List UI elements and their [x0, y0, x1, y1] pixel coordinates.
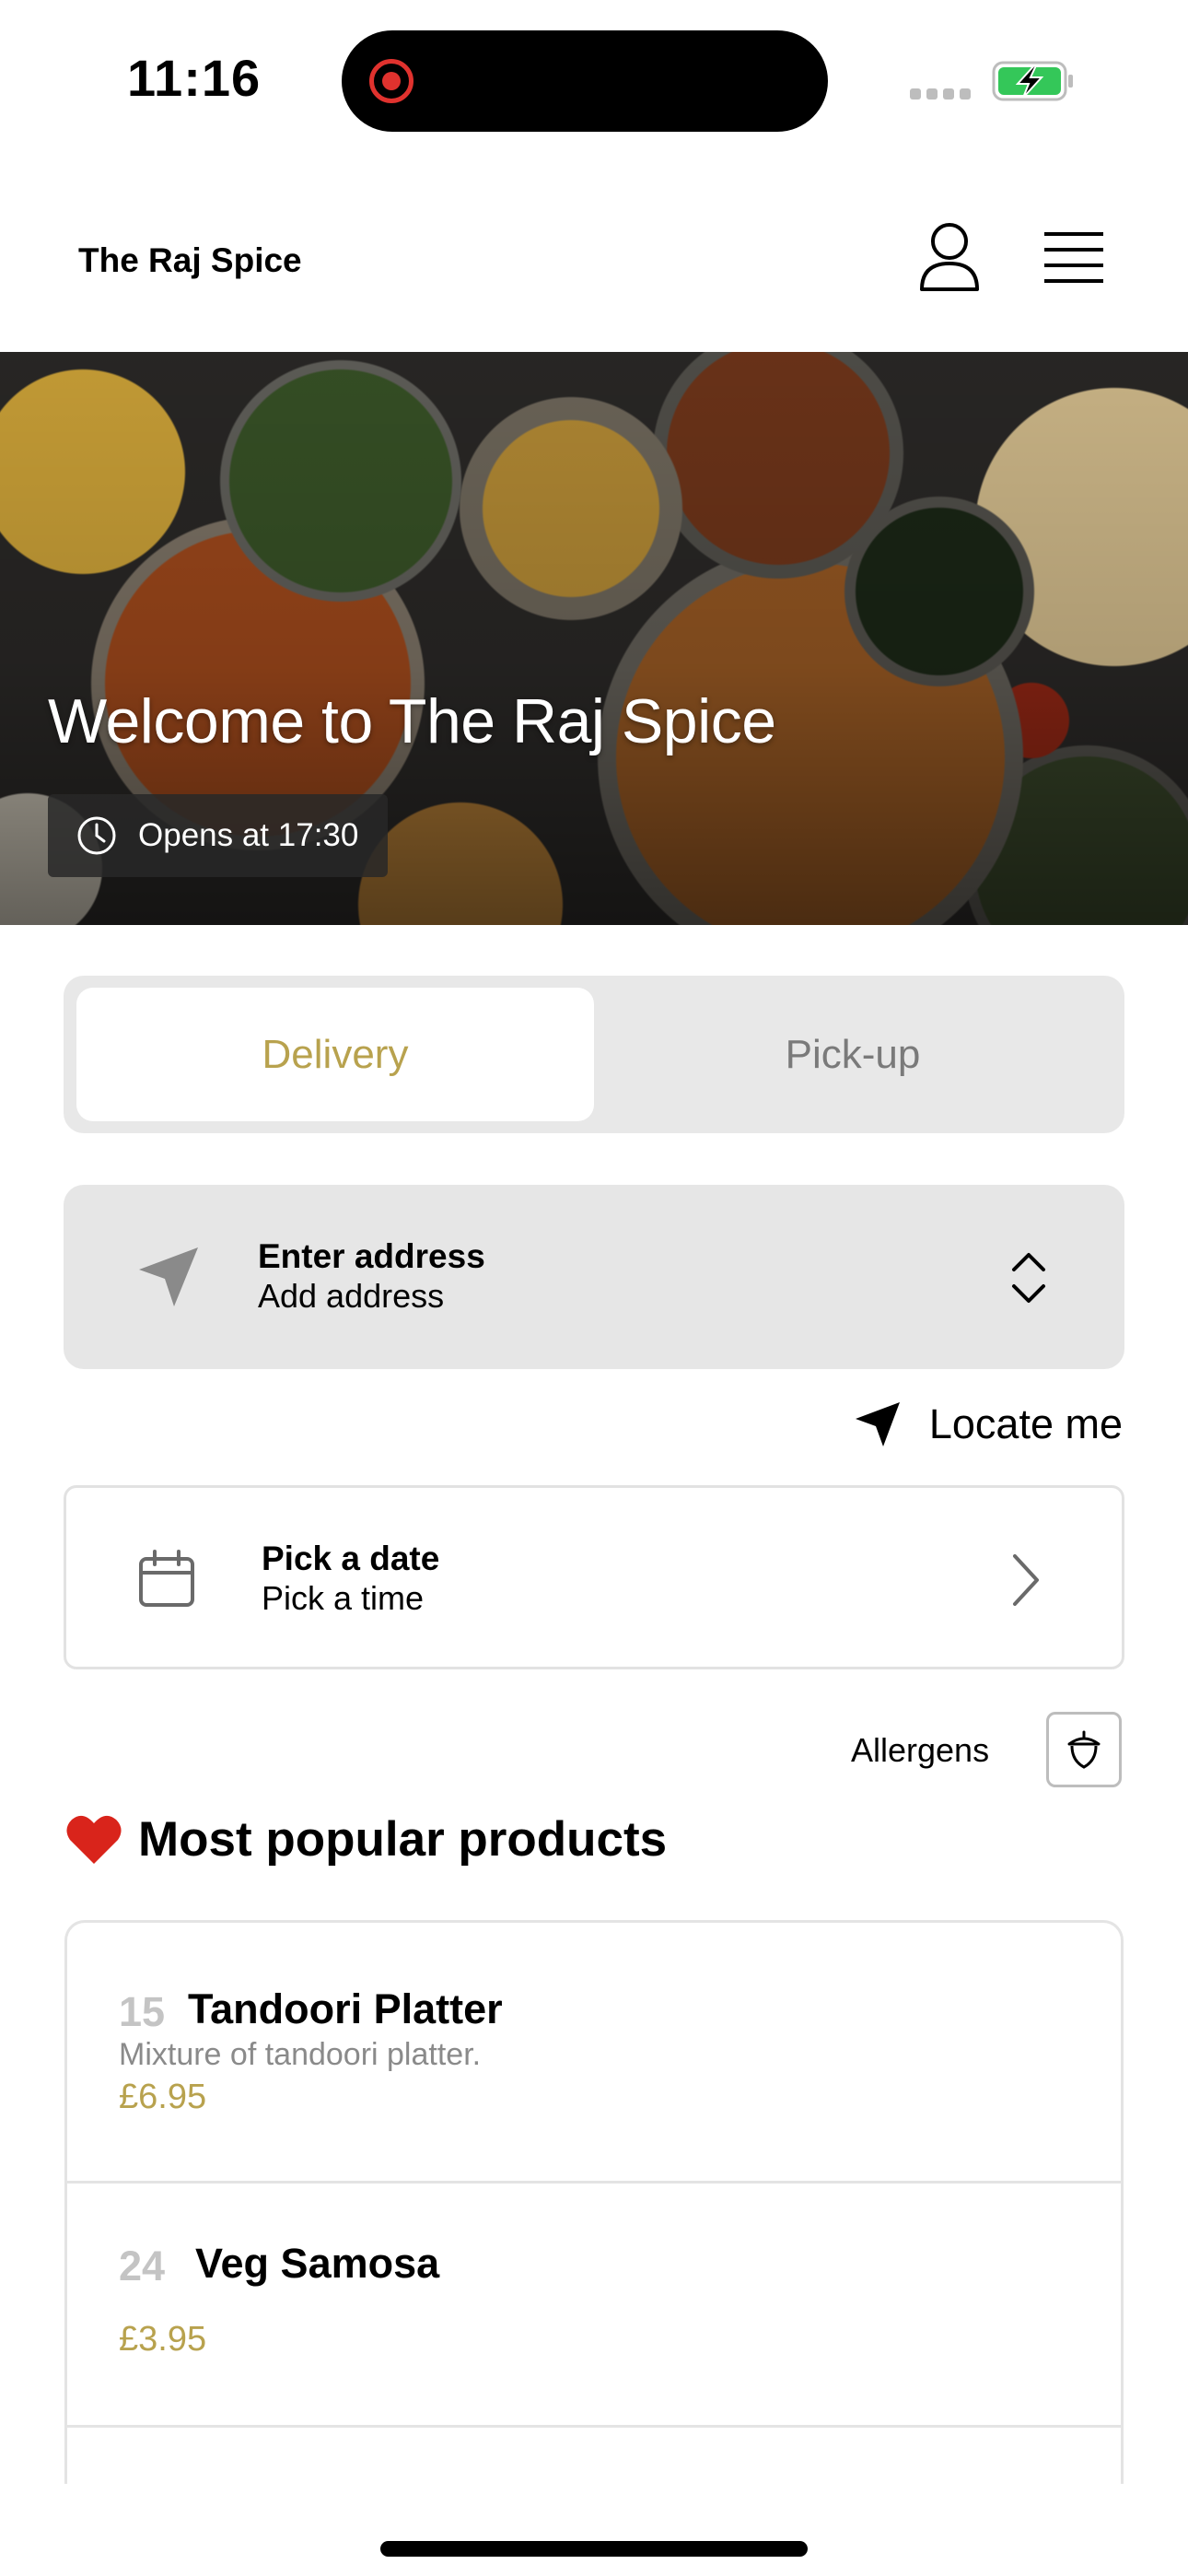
product-number: 24: [119, 2242, 166, 2289]
chevron-up-down-icon: [1012, 1253, 1045, 1303]
locate-me-label: Locate me: [928, 1400, 1123, 1447]
popular-products-list: 15 Tandoori Platter Mixture of tandoori …: [64, 1920, 1124, 2484]
product-name: Veg Samosa: [195, 2240, 440, 2287]
date-time-picker[interactable]: Pick a date Pick a time: [64, 1485, 1124, 1669]
product-name: Tandoori Platter: [188, 1985, 503, 2032]
product-description: Mixture of tandoori platter.: [119, 2037, 482, 2072]
locate-me-button[interactable]: Locate me: [854, 1400, 1123, 1448]
product-price: £3.95: [119, 2320, 207, 2359]
signal-icon: [910, 88, 971, 100]
allergens-label: Allergens: [851, 1731, 990, 1769]
acorn-icon: [1067, 1730, 1101, 1769]
date-title: Pick a date: [262, 1540, 440, 1577]
opening-time-text: Opens at 17:30: [138, 817, 359, 853]
address-subtitle: Add address: [258, 1277, 445, 1315]
popular-section-heading: Most popular products: [64, 1811, 667, 1868]
address-title: Enter address: [258, 1237, 485, 1275]
status-bar: 11:16: [0, 0, 1188, 157]
heart-icon: [66, 1815, 122, 1864]
product-price: £6.95: [119, 2078, 207, 2116]
location-arrow-icon: [855, 1402, 900, 1446]
allergens-button[interactable]: [1046, 1712, 1122, 1787]
user-icon[interactable]: [917, 221, 982, 295]
time-subtitle: Pick a time: [262, 1579, 425, 1617]
hero-title: Welcome to The Raj Spice: [48, 686, 776, 756]
calendar-icon: [139, 1550, 194, 1607]
app-header: The Raj Spice: [0, 184, 1188, 350]
status-time: 11:16: [127, 49, 262, 107]
tab-delivery[interactable]: Delivery: [76, 988, 594, 1121]
popular-heading-text: Most popular products: [138, 1812, 668, 1867]
product-item[interactable]: 24 Veg Samosa £3.95: [67, 2184, 1121, 2428]
product-item[interactable]: 15 Tandoori Platter Mixture of tandoori …: [67, 1923, 1121, 2184]
battery-charging-icon: [992, 61, 1073, 101]
brand-name[interactable]: The Raj Spice: [78, 241, 302, 280]
tab-pickup[interactable]: Pick-up: [594, 988, 1112, 1121]
clock-icon: [77, 816, 116, 855]
hero-banner: Welcome to The Raj Spice Opens at 17:30: [0, 352, 1188, 925]
address-selector[interactable]: Enter address Add address: [64, 1185, 1124, 1369]
opening-time-badge: Opens at 17:30: [48, 794, 389, 877]
recording-icon: [369, 59, 413, 103]
chevron-right-icon: [1013, 1554, 1039, 1606]
hamburger-menu-icon[interactable]: [1042, 228, 1105, 287]
product-number: 15: [119, 1988, 166, 2035]
home-indicator[interactable]: [380, 2541, 808, 2557]
dynamic-island: [342, 30, 828, 132]
navigation-arrow-icon: [139, 1247, 198, 1306]
order-mode-toggle: Delivery Pick-up: [64, 976, 1124, 1133]
